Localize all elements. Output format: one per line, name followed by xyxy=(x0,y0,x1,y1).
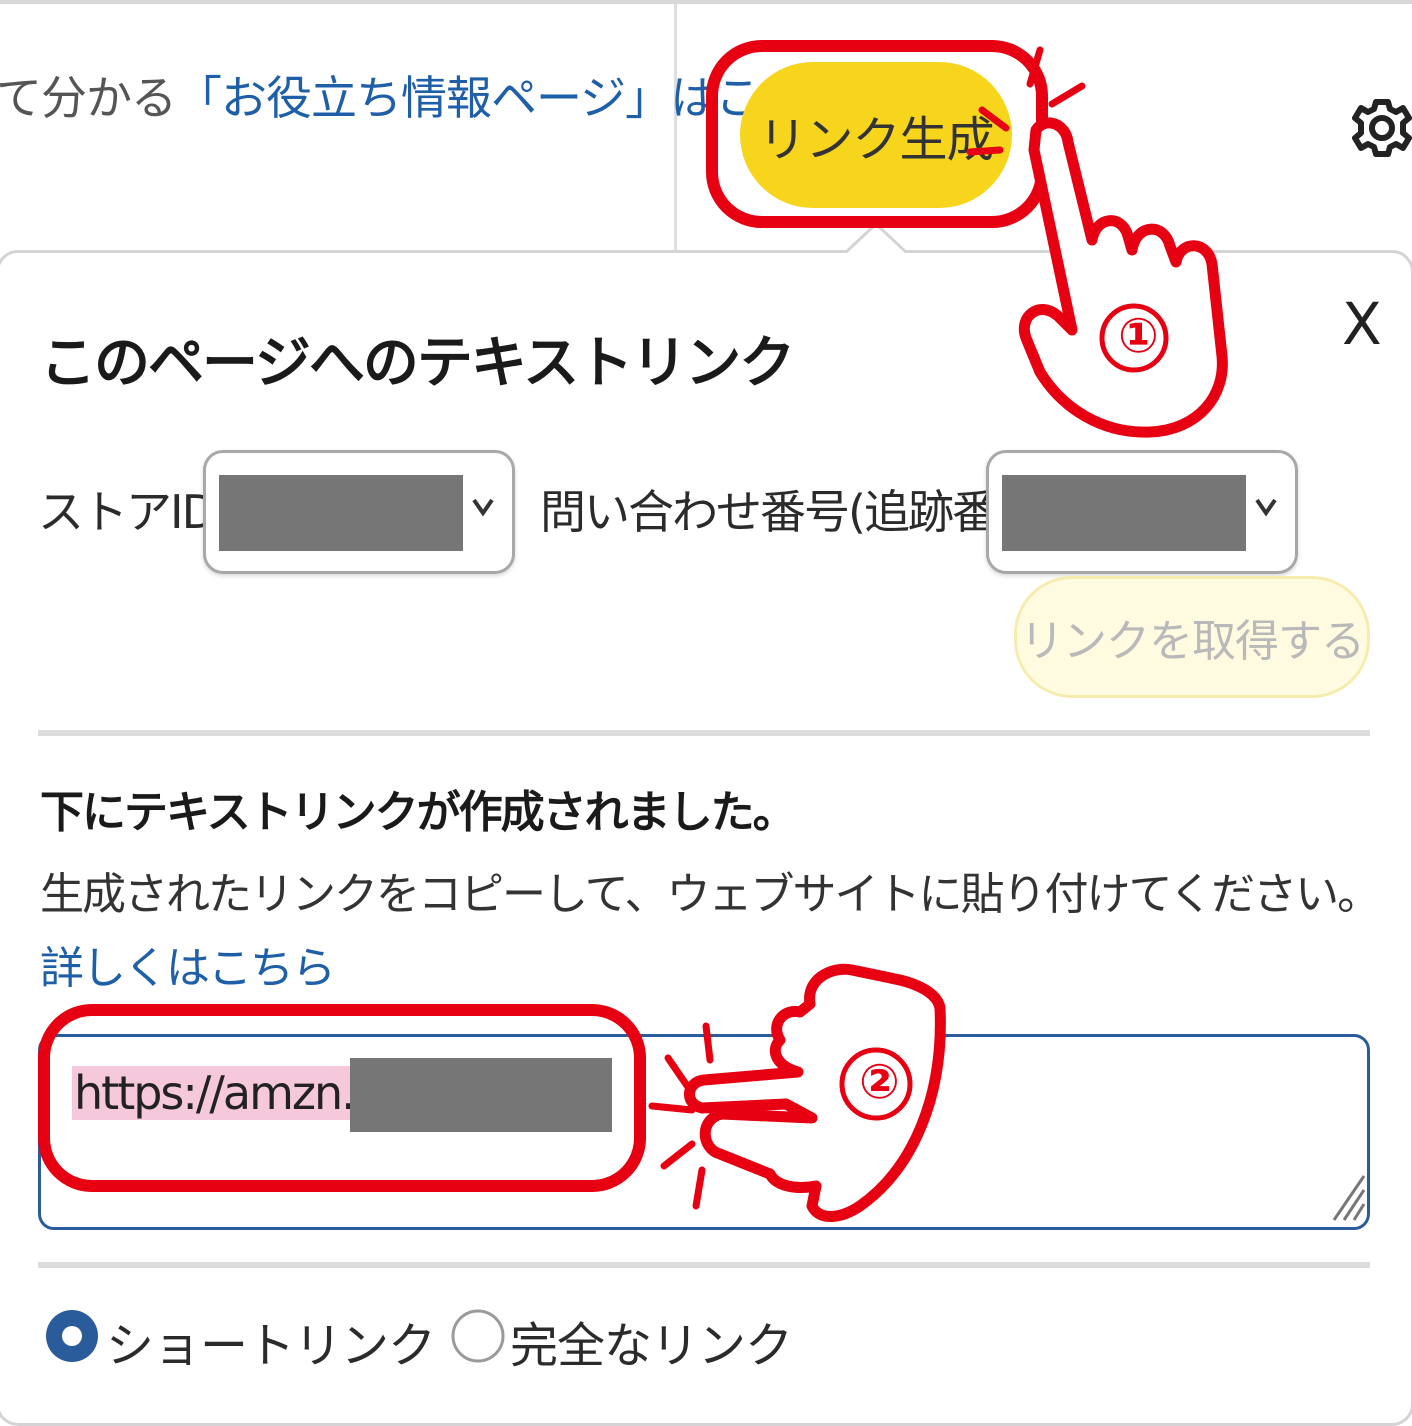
info-page-text: て分かる「お役立ち情報ページ」はこ xyxy=(0,62,761,128)
radio-unselected-icon[interactable] xyxy=(450,1308,506,1364)
info-page-link[interactable]: 「お役立ち情報ページ」はこ xyxy=(176,71,761,125)
info-page-text-plain: て分かる xyxy=(0,71,177,125)
chevron-down-icon xyxy=(472,498,494,517)
result-instruction-text: 生成されたリンクをコピーして、ウェブサイトに貼り付けてください。 xyxy=(40,869,1381,920)
close-button[interactable]: X xyxy=(1342,290,1382,358)
divider xyxy=(38,1262,1370,1268)
get-link-button[interactable]: リンクを取得する xyxy=(1014,576,1370,698)
radio-full-link-label: 完全なリンク xyxy=(510,1318,793,1374)
radio-selected-icon[interactable] xyxy=(44,1308,100,1364)
link-generate-button[interactable]: リンク生成 xyxy=(740,62,1012,208)
popover-caret xyxy=(846,222,906,254)
store-id-select[interactable] xyxy=(203,450,515,574)
redacted-value xyxy=(350,1058,612,1132)
top-border xyxy=(0,0,1412,4)
details-link[interactable]: 詳しくはこちら xyxy=(40,943,336,994)
link-textarea[interactable] xyxy=(38,1034,1370,1230)
popover-title: このページへのテキストリンク xyxy=(40,331,795,396)
redacted-value xyxy=(219,475,463,551)
result-heading: 下にテキストリンクが作成されました。 xyxy=(40,787,797,838)
radio-short-link-label: ショートリンク xyxy=(106,1318,436,1374)
divider xyxy=(38,730,1370,736)
store-id-label: ストアID: xyxy=(38,485,230,539)
tracking-id-select[interactable] xyxy=(986,450,1298,574)
result-instruction: 生成されたリンクをコピーして、ウェブサイトに貼り付けてください。 詳しくはこちら xyxy=(40,858,1381,1006)
resize-handle-icon[interactable] xyxy=(1330,1172,1366,1222)
chevron-down-icon xyxy=(1255,498,1277,517)
redacted-value xyxy=(1002,475,1246,551)
gear-icon[interactable] xyxy=(1350,88,1412,168)
